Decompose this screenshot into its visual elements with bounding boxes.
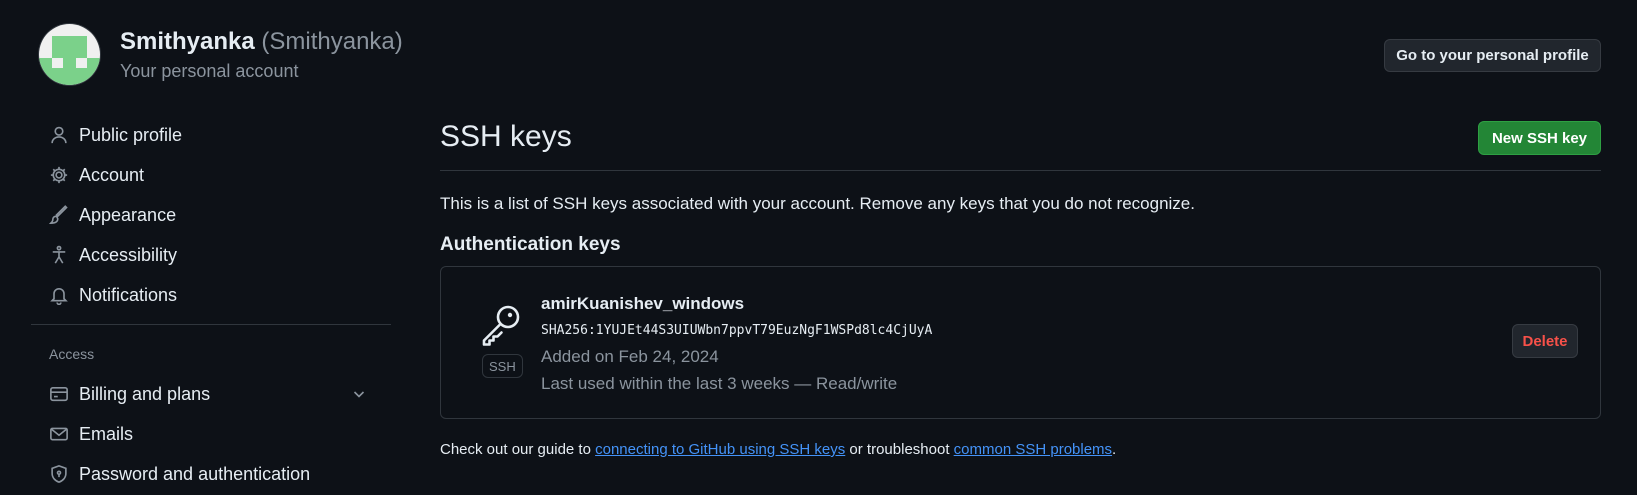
sidebar-item-password-authentication[interactable]: Password and authentication: [48, 458, 310, 490]
sidebar-item-accessibility[interactable]: Accessibility: [48, 239, 177, 271]
accessibility-icon: [48, 244, 70, 266]
footer-prefix: Check out our guide to: [440, 441, 596, 458]
sidebar-item-account[interactable]: Account: [48, 159, 144, 191]
sidebar-item-label: Notifications: [79, 284, 178, 305]
gear-icon: [48, 164, 70, 186]
shield-lock-icon: [48, 463, 70, 485]
key-type-badge: SSH: [482, 354, 523, 378]
avatar[interactable]: [39, 24, 100, 85]
help-footer: Check out our guide to connecting to Git…: [440, 441, 1116, 458]
sidebar-item-label: Public profile: [79, 124, 183, 145]
sidebar-item-label: Accessibility: [79, 244, 178, 265]
ssh-guide-link[interactable]: connecting to GitHub using SSH keys: [595, 441, 845, 458]
sidebar-item-label: Billing and plans: [79, 383, 211, 404]
account-subtitle: Your personal account: [120, 61, 299, 81]
key-added-date: Added on Feb 24, 2024: [541, 347, 719, 366]
sidebar-item-label: Password and authentication: [79, 463, 311, 484]
chevron-down-icon[interactable]: [351, 386, 367, 402]
sidebar-group-access: Access: [49, 346, 95, 362]
page-title: SSH keys: [440, 120, 572, 153]
sidebar-item-billing[interactable]: Billing and plans: [48, 378, 210, 410]
sidebar-item-label: Emails: [79, 423, 134, 444]
key-icon: [482, 305, 520, 346]
account-login: (Smithyanka): [261, 28, 403, 55]
sidebar-item-emails[interactable]: Emails: [48, 418, 133, 450]
footer-suffix: .: [1112, 441, 1117, 458]
footer-middle: or troubleshoot: [845, 441, 954, 458]
credit-card-icon: [48, 383, 70, 405]
title-divider: [440, 170, 1601, 171]
delete-key-button[interactable]: Delete: [1512, 324, 1578, 358]
intro-text: This is a list of SSH keys associated wi…: [440, 194, 1195, 213]
sidebar-item-appearance[interactable]: Appearance: [48, 199, 176, 231]
bell-icon: [48, 284, 70, 306]
key-fingerprint: SHA256:1YUJEt44S3UIUWbn7ppvT79EuzNgF1WSP…: [541, 323, 933, 338]
sidebar-item-public-profile[interactable]: Public profile: [48, 119, 182, 151]
sidebar-item-label: Appearance: [79, 204, 177, 225]
go-to-profile-button[interactable]: Go to your personal profile: [1384, 39, 1601, 72]
person-icon: [48, 124, 70, 146]
ssh-problems-link[interactable]: common SSH problems: [954, 441, 1112, 458]
key-title: amirKuanishev_windows: [541, 294, 745, 313]
account-display-name: Smithyanka: [120, 28, 255, 55]
account-name[interactable]: Smithyanka (Smithyanka): [120, 28, 403, 56]
key-last-used: Last used within the last 3 weeks — Read…: [541, 374, 898, 393]
new-ssh-key-button[interactable]: New SSH key: [1478, 121, 1601, 155]
ssh-key-list-item: SSH amirKuanishev_windows SHA256:1YUJEt4…: [440, 266, 1601, 419]
sidebar-item-label: Account: [79, 164, 145, 185]
section-title-authentication-keys: Authentication keys: [440, 234, 621, 255]
sidebar-item-notifications[interactable]: Notifications: [48, 279, 177, 311]
sidebar-divider: [31, 324, 391, 325]
mail-icon: [48, 423, 70, 445]
paintbrush-icon: [48, 204, 70, 226]
